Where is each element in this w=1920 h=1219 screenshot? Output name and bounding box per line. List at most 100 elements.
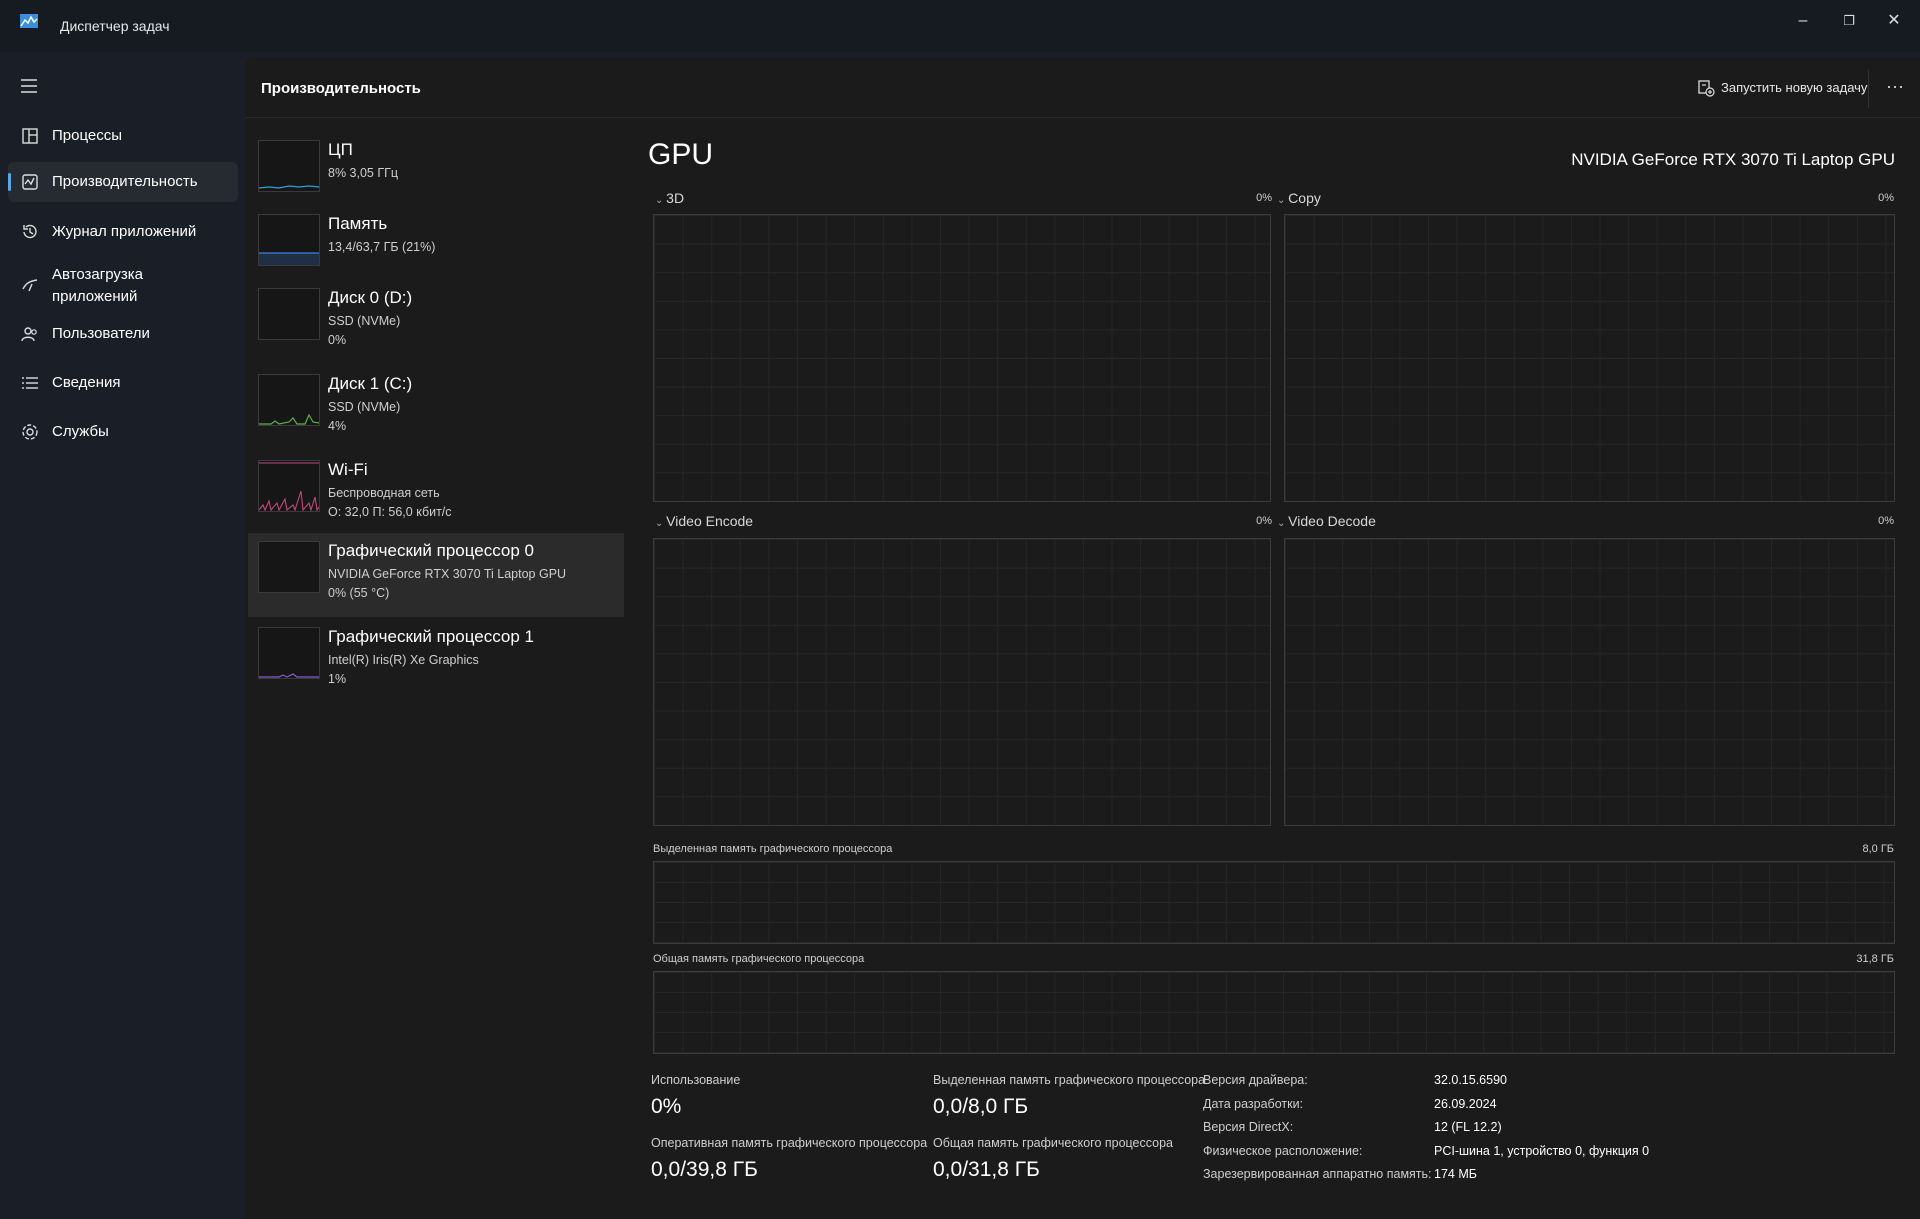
sidebar-item-label: Процессы [52,127,123,144]
startup-apps-icon [22,279,38,292]
device-thumbnail-graph [258,374,320,426]
info-value: 174 МБ [1434,1167,1477,1181]
device-detail-1: Беспроводная сеть [328,486,440,500]
maximize-button[interactable]: ❐ [1829,6,1869,36]
processes-icon [22,128,38,144]
sidebar-item-performance[interactable]: Производительность [8,162,238,202]
device-thumbnail-graph [258,541,320,593]
info-label: Зарезервированная аппаратно память: [1203,1167,1432,1181]
graph-copy-title[interactable]: ⌄ Copy [1277,190,1321,206]
device-detail-2: 4% [328,419,347,433]
info-label: Версия DirectX: [1203,1120,1294,1134]
device-name: Память [328,214,388,233]
sidebar-item-processes[interactable]: Процессы [8,116,238,156]
device-thumbnail-graph [258,214,320,266]
device-detail-1: Intel(R) Iris(R) Xe Graphics [328,653,479,667]
graph-copy-percent: 0% [1878,192,1894,204]
device-name: Диск 1 (C:) [328,374,413,393]
device-item[interactable]: Диск 1 (C:) SSD (NVMe) 4% [248,366,624,450]
sidebar-item-label: Сведения [52,374,121,391]
device-thumbnail-graph [258,460,320,512]
header-divider [246,117,1920,118]
menu-icon[interactable] [18,75,40,97]
device-name: Wi-Fi [328,460,368,479]
device-item[interactable]: Графический процессор 1 Intel(R) Iris(R) … [248,619,624,703]
performance-icon [22,174,38,190]
dedicated-memory-graph-title: Выделенная память графического процессор… [653,843,893,855]
device-detail-1: 13,4/63,7 ГБ (21%) [328,240,436,254]
device-item[interactable]: Диск 0 (D:) SSD (NVMe) 0% [248,280,624,364]
services-icon [22,424,38,440]
sidebar-item-users[interactable]: Пользователи [8,314,238,354]
sidebar-item-services[interactable]: Службы [8,412,238,452]
dedicated-memory-label: Выделенная память графического процессор… [933,1073,1206,1087]
active-indicator [8,173,11,191]
info-label: Версия драйвера: [1203,1073,1308,1087]
gpu-ram-label: Оперативная память графического процессо… [651,1136,928,1150]
usage-label: Использование [651,1073,741,1087]
sidebar-item-label: Службы [52,423,109,440]
info-label: Дата разработки: [1203,1096,1304,1111]
users-icon [21,327,37,342]
device-item[interactable]: Wi-Fi Беспроводная сеть О: 32,0 П: 56,0 кб… [248,452,624,536]
graph-video-encode-title[interactable]: ⌄ Video Encode [655,513,753,529]
more-options-button[interactable]: ··· [1880,76,1910,98]
graph-3d-title[interactable]: ⌄ 3D [655,190,684,206]
close-button[interactable]: ✕ [1874,6,1914,36]
run-task-label: Запустить новую задачу [1721,80,1868,95]
info-value: 26.09.2024 [1434,1096,1497,1111]
device-thumbnail-graph [258,627,320,679]
sidebar-item-label: Производительность [52,173,198,190]
sidebar-item-label: Автозагрузка приложений [52,266,143,305]
device-thumbnail-graph [258,140,320,192]
graph-video-encode [653,538,1271,826]
device-detail-2: 0% [328,333,347,347]
graph-copy [1284,214,1895,502]
dedicated-memory-value: 0,0/8,0 ГБ [933,1095,1029,1118]
minimize-button[interactable]: – [1783,6,1823,36]
sidebar-item-label: Журнал приложений [52,223,197,240]
task-manager-icon [20,14,38,28]
device-name: ЦП [328,140,353,159]
device-detail-1: SSD (NVMe) [328,314,401,328]
dedicated-memory-graph-max: 8,0 ГБ [1862,843,1894,855]
shared-memory-label: Общая память графического процессора [933,1136,1174,1150]
header-separator [1868,70,1869,108]
graph-3d [653,214,1271,502]
graph-video-decode-title[interactable]: ⌄ Video Decode [1277,513,1376,529]
device-detail-2: 1% [328,672,347,686]
device-item[interactable]: Память 13,4/63,7 ГБ (21%) [248,206,624,290]
shared-memory-graph [653,971,1895,1054]
title-bar [0,0,1920,52]
run-task-icon [1698,80,1715,97]
device-name: Диск 0 (D:) [328,288,413,307]
device-thumbnail-graph [258,288,320,340]
usage-value: 0% [651,1095,682,1118]
gpu-ram-value: 0,0/39,8 ГБ [651,1158,758,1181]
shared-memory-value: 0,0/31,8 ГБ [933,1158,1040,1181]
details-icon [22,377,38,389]
graph-3d-percent: 0% [1256,192,1272,204]
shared-memory-graph-title: Общая память графического процессора [653,953,865,965]
device-item[interactable]: Графический процессор 0 NVIDIA GeForce RT… [248,533,624,617]
graph-video-decode [1284,538,1895,826]
app-history-icon [23,224,37,239]
dedicated-memory-graph [653,861,1895,944]
info-value: PCI-шина 1, устройство 0, функция 0 [1434,1143,1650,1158]
info-value: 12 (FL 12.2) [1434,1120,1502,1134]
gpu-heading: GPU [648,138,714,171]
sidebar-item-label: Пользователи [52,325,150,342]
device-item[interactable]: ЦП 8% 3,05 ГГц [248,132,624,216]
device-name: Графический процессор 1 [328,627,535,646]
device-detail-1: 8% 3,05 ГГц [328,166,399,180]
device-detail-2: О: 32,0 П: 56,0 кбит/с [328,505,452,519]
window-title: Диспетчер задач [60,18,170,34]
sidebar-item-startup-apps[interactable]: Автозагрузка приложений [8,262,238,308]
info-value: 32.0.15.6590 [1434,1073,1507,1087]
device-detail-1: NVIDIA GeForce RTX 3070 Ti Laptop GPU [328,567,567,581]
device-detail-1: SSD (NVMe) [328,400,401,414]
graph-video-encode-percent: 0% [1256,515,1272,527]
sidebar-item-details[interactable]: Сведения [8,363,238,403]
sidebar-item-app-history[interactable]: Журнал приложений [8,212,238,252]
page-title: Производительность [261,80,421,97]
